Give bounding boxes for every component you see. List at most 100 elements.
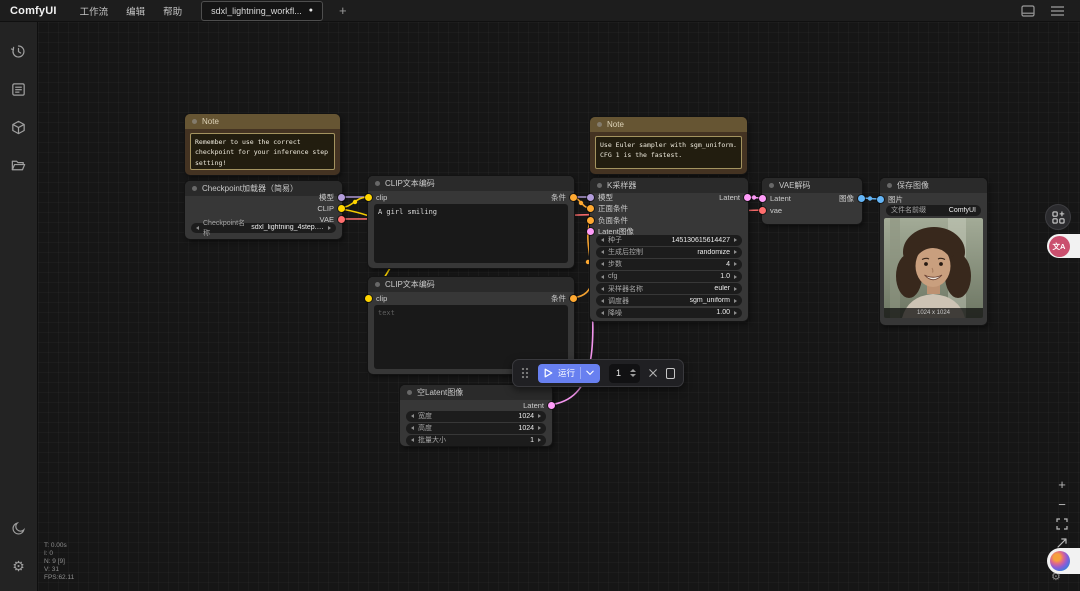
bottom-panel-toggle-icon[interactable] [1021,4,1035,17]
prev-arrow-icon[interactable] [601,286,604,291]
node-title[interactable]: Note [185,114,340,129]
widget-height[interactable]: 高度 1024 [406,423,546,434]
workflows-folder-icon[interactable] [0,146,38,184]
output-image[interactable]: 图像 [839,193,865,203]
widget-seed[interactable]: 种子 145130615614427 [596,235,742,246]
collapse-dot-icon[interactable] [192,186,197,191]
port-dot-clip[interactable] [338,204,345,212]
port-dot-latent[interactable] [587,228,594,235]
port-dot-vae[interactable] [759,206,766,214]
stop-icon[interactable] [665,367,676,379]
port-dot-latent[interactable] [744,193,751,201]
select-mode-icon[interactable] [1056,537,1068,549]
input-negative[interactable]: 负面条件 [587,215,628,225]
next-arrow-icon[interactable] [734,310,737,315]
collapse-dot-icon[interactable] [597,183,602,188]
port-dot-model[interactable] [587,193,594,201]
port-dot-image[interactable] [858,194,865,202]
menu-icon[interactable] [1051,5,1064,16]
prev-arrow-icon[interactable] [411,426,414,431]
workflow-tab[interactable]: sdxl_lightning_workfl... ● [201,0,323,21]
collapse-dot-icon[interactable] [887,183,892,188]
collapse-dot-icon[interactable] [192,119,197,124]
port-dot-vae[interactable] [338,215,345,223]
widget-scheduler[interactable]: 调度器 sgm_uniform [596,295,742,306]
collapse-dot-icon[interactable] [375,282,380,287]
prev-arrow-icon[interactable] [601,310,604,315]
input-image[interactable]: 图片 [877,194,903,204]
node-title[interactable]: Note [590,117,747,132]
drag-handle-icon[interactable] [521,367,529,379]
node-clip-encode-positive[interactable]: CLIP文本编码 clip 条件 A girl smiling [365,176,577,268]
batch-count-input[interactable]: 1 [609,363,640,383]
node-library-icon[interactable] [0,108,38,146]
node-ksampler[interactable]: K采样器 模型 正面条件 负面条件 Latent图像 Latent 种子 145… [587,178,751,321]
node-note-sampler[interactable]: Note Use Euler sampler with sgm_uniform.… [590,117,747,174]
prompt-textarea[interactable]: A girl smiling [374,204,568,263]
port-dot-clip[interactable] [365,193,372,201]
prev-arrow-icon[interactable] [601,262,604,267]
port-dot-latent[interactable] [548,401,555,409]
output-latent[interactable]: Latent [523,400,555,410]
generated-image[interactable]: 1024 x 1024 [884,218,983,318]
step-up-icon[interactable] [629,369,636,372]
widget-filename-prefix[interactable]: 文件名前缀 ComfyUI [886,205,981,216]
collapse-dot-icon[interactable] [375,181,380,186]
next-arrow-icon[interactable] [328,225,331,230]
port-dot-image[interactable] [877,195,884,203]
run-button[interactable]: 运行 [538,363,601,383]
theme-toggle-icon[interactable] [0,509,38,547]
node-title[interactable]: VAE解码 [762,178,862,193]
widget-width[interactable]: 宽度 1024 [406,411,546,422]
widget-sampler-name[interactable]: 采样器名称 euler [596,283,742,294]
port-dot-model[interactable] [338,193,345,201]
port-dot-latent[interactable] [759,194,766,202]
node-title[interactable]: K采样器 [590,178,748,193]
port-dot-conditioning[interactable] [570,193,577,201]
node-empty-latent[interactable]: 空Latent图像 Latent 宽度 1024 高度 1024 批量大小 1 [400,385,555,446]
prev-arrow-icon[interactable] [601,274,604,279]
prev-arrow-icon[interactable] [411,414,414,419]
input-model[interactable]: 模型 [587,192,613,202]
port-dot-clip[interactable] [365,294,372,302]
input-latent[interactable]: Latent [759,193,791,203]
prev-arrow-icon[interactable] [411,438,414,443]
step-down-icon[interactable] [629,374,636,377]
history-icon[interactable] [0,32,38,70]
output-conditioning[interactable]: 条件 [551,293,577,303]
widget-steps[interactable]: 步数 4 [596,259,742,270]
queue-icon[interactable] [0,70,38,108]
input-vae[interactable]: vae [759,205,782,215]
next-arrow-icon[interactable] [538,438,541,443]
prev-arrow-icon[interactable] [601,250,604,255]
menu-edit[interactable]: 编辑 [119,1,152,21]
prev-arrow-icon[interactable] [196,225,199,230]
prev-arrow-icon[interactable] [601,238,604,243]
prev-arrow-icon[interactable] [601,298,604,303]
next-arrow-icon[interactable] [734,298,737,303]
input-clip[interactable]: clip [365,293,387,303]
node-note-checkpoint[interactable]: Note Remember to use the correct checkpo… [185,114,340,175]
widget-denoise[interactable]: 降噪 1.00 [596,307,742,319]
add-nodes-button[interactable] [1045,204,1071,230]
input-clip[interactable]: clip [365,192,387,202]
fit-view-icon[interactable] [1056,518,1068,530]
new-tab-button[interactable]: + [335,4,351,17]
node-title[interactable]: CLIP文本编码 [368,176,574,191]
port-dot-conditioning[interactable] [570,294,577,302]
node-vae-decode[interactable]: VAE解码 Latent vae 图像 [759,178,865,224]
node-save-image[interactable]: 保存图像 图片 文件名前缀 ComfyUI 1024 x 1024 [877,178,987,325]
menu-help[interactable]: 帮助 [156,1,189,21]
widget-control-after-generate[interactable]: 生成后控制 randomize [596,247,742,258]
next-arrow-icon[interactable] [734,286,737,291]
menu-workflow[interactable]: 工作流 [73,1,116,21]
output-model[interactable]: 模型 [319,192,345,202]
translate-pill[interactable]: 文A [1047,234,1080,258]
next-arrow-icon[interactable] [734,238,737,243]
note-text[interactable]: Use Euler sampler with sgm_uniform. CFG … [595,136,742,169]
next-arrow-icon[interactable] [734,274,737,279]
collapse-dot-icon[interactable] [597,122,602,127]
output-clip[interactable]: CLIP [317,203,345,213]
settings-gear-icon[interactable]: ⚙ [0,547,38,585]
next-arrow-icon[interactable] [538,426,541,431]
